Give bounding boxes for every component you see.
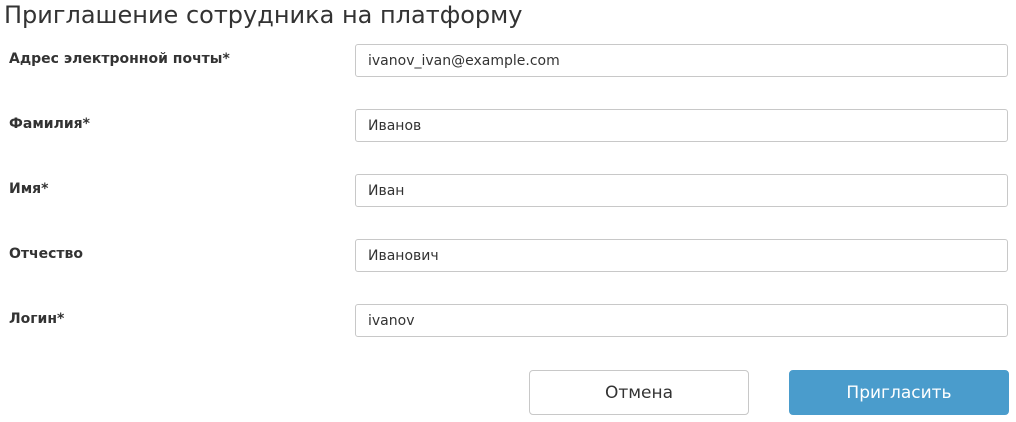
last-name-row: Фамилия* — [0, 109, 1016, 143]
email-field[interactable] — [355, 44, 1008, 77]
invite-button[interactable]: Пригласить — [789, 370, 1009, 415]
page-title: Приглашение сотрудника на платформу — [4, 1, 523, 29]
last-name-label: Фамилия* — [9, 116, 90, 132]
patronymic-label: Отчество — [9, 246, 84, 262]
login-label: Логин* — [9, 311, 65, 327]
first-name-row: Имя* — [0, 174, 1016, 208]
first-name-label: Имя* — [9, 181, 49, 197]
email-row: Адрес электронной почты* — [0, 44, 1016, 78]
email-label: Адрес электронной почты* — [9, 51, 230, 67]
patronymic-field[interactable] — [355, 239, 1008, 272]
patronymic-row: Отчество — [0, 239, 1016, 273]
first-name-field[interactable] — [355, 174, 1008, 207]
login-row: Логин* — [0, 304, 1016, 338]
login-field[interactable] — [355, 304, 1008, 337]
last-name-field[interactable] — [355, 109, 1008, 142]
cancel-button[interactable]: Отмена — [529, 370, 749, 415]
